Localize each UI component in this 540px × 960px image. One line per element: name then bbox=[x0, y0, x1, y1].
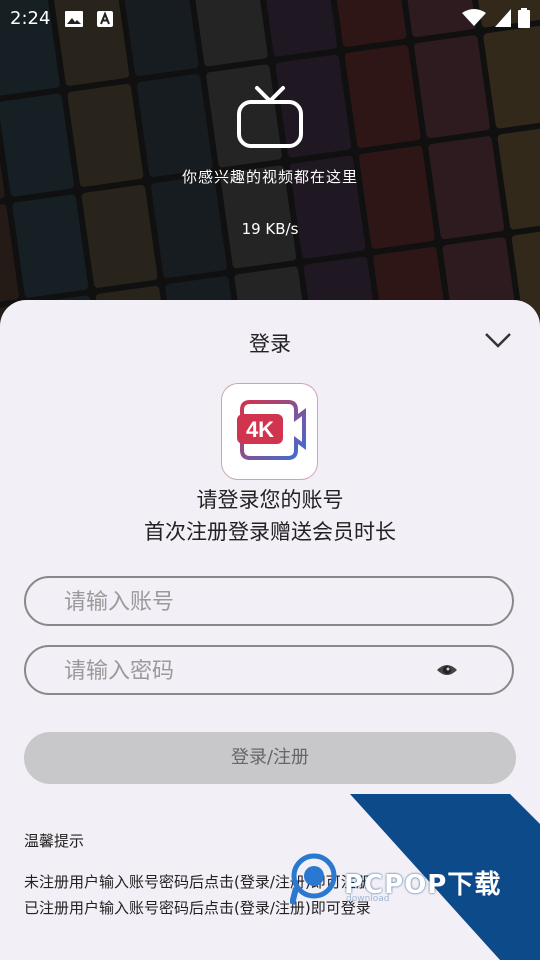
tips-line-1: 未注册用户输入账号密码后点击(登录/注册)即可注册 bbox=[24, 873, 371, 891]
account-field[interactable] bbox=[24, 576, 514, 626]
password-input[interactable] bbox=[62, 647, 446, 695]
tips-section: 温馨提示 未注册用户输入账号密码后点击(登录/注册)即可注册 已注册用户输入账号… bbox=[24, 830, 371, 921]
wifi-icon bbox=[462, 9, 486, 32]
font-icon bbox=[96, 10, 114, 33]
app-logo: 4K bbox=[222, 384, 317, 479]
login-register-button[interactable]: 登录/注册 bbox=[24, 732, 516, 784]
sheet-title: 登录 bbox=[249, 332, 291, 356]
login-sheet: 登录 4K 请登录您的账号 首次注册登录赠送会员时长 请输入账号 登录/注册 温… bbox=[0, 300, 540, 960]
intro-line-2: 首次注册登录赠送会员时长 bbox=[144, 520, 396, 544]
intro-text: 请登录您的账号 首次注册登录赠送会员时长 bbox=[0, 484, 540, 548]
network-speed: 19 KB/s bbox=[241, 220, 299, 238]
account-input[interactable] bbox=[62, 578, 446, 626]
tv-icon bbox=[235, 84, 305, 150]
svg-text:4K: 4K bbox=[246, 417, 274, 442]
eye-icon[interactable] bbox=[436, 661, 458, 679]
hero-section: 你感兴趣的视频都在这里 19 KB/s bbox=[0, 84, 540, 238]
image-icon bbox=[64, 10, 84, 33]
cellular-signal-icon bbox=[494, 8, 512, 33]
hero-tagline: 你感兴趣的视频都在这里 bbox=[181, 168, 358, 186]
password-field[interactable] bbox=[24, 645, 514, 695]
tips-heading: 温馨提示 bbox=[24, 832, 85, 850]
chevron-down-icon[interactable] bbox=[484, 330, 512, 350]
status-time: 2:24 bbox=[10, 8, 51, 29]
battery-icon bbox=[518, 8, 530, 33]
status-bar: 2:24 bbox=[0, 0, 540, 36]
tips-line-2: 已注册用户输入账号密码后点击(登录/注册)即可登录 bbox=[24, 899, 371, 917]
watermark-shape bbox=[350, 794, 540, 960]
intro-line-1: 请登录您的账号 bbox=[196, 488, 344, 512]
